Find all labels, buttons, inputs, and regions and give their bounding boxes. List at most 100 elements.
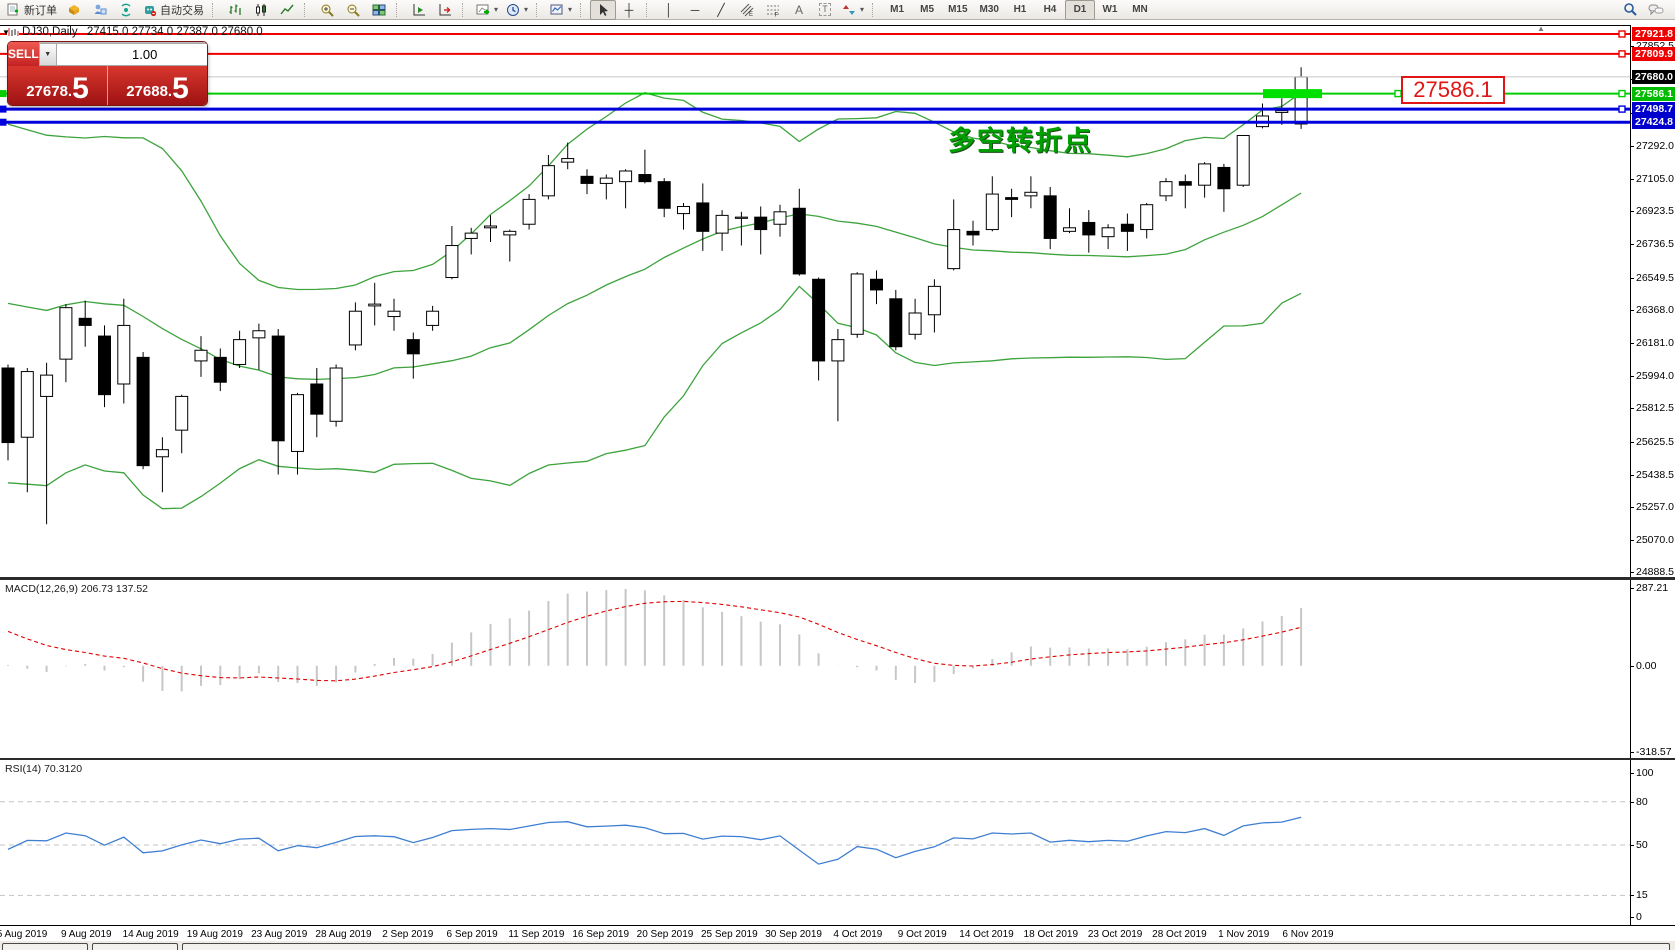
macd-tick-mark — [1630, 588, 1634, 589]
label-icon: T — [819, 3, 831, 16]
timeframe-h1-button[interactable]: H1 — [1005, 0, 1035, 20]
level-price-label[interactable]: 27586.1 — [1401, 76, 1505, 104]
price-tick-mark — [1630, 146, 1634, 147]
autotrade-button[interactable]: 自动交易 — [139, 0, 208, 20]
level-price-badge: 27424.8 — [1632, 115, 1675, 129]
trendline-icon: ╱ — [717, 4, 724, 16]
oneclick-collapse-icon[interactable]: ▼ — [2, 28, 10, 37]
timeframe-m5-button[interactable]: M5 — [912, 0, 942, 20]
rsi-tick-mark — [1630, 895, 1634, 896]
cursor-button[interactable] — [590, 0, 616, 20]
crosshair-button[interactable]: ┼ — [616, 0, 642, 20]
bar-chart-button[interactable] — [222, 0, 248, 20]
arrows-button[interactable]: ▾ — [838, 0, 868, 20]
date-tick-label: 11 Sep 2019 — [508, 929, 564, 940]
price-tick-mark — [1630, 376, 1634, 377]
main-chart-area[interactable] — [0, 26, 1630, 577]
new-order-button[interactable]: 新订单 — [3, 0, 61, 20]
auto-scroll-button[interactable] — [406, 0, 432, 20]
volume-down-button[interactable]: ▼ — [39, 43, 57, 66]
search-button[interactable] — [1617, 0, 1643, 20]
chat-button[interactable] — [1643, 0, 1669, 20]
price-tick-mark — [1630, 211, 1634, 212]
chart-symbol-period: DJ30,Daily — [22, 26, 78, 38]
horizontal-line-button[interactable]: ─ — [682, 0, 708, 20]
buy-price[interactable]: 27688.5 — [108, 66, 207, 105]
timeframe-m30-button[interactable]: M30 — [974, 0, 1005, 20]
toolbar-separator — [212, 3, 219, 17]
text-button[interactable]: A — [786, 0, 812, 20]
vertical-line-button[interactable]: │ — [656, 0, 682, 20]
level-price-badge: 27921.8 — [1632, 27, 1675, 41]
line-anchor-marker — [0, 119, 6, 125]
candles[interactable] — [2, 67, 1307, 524]
vertical-line-icon: │ — [665, 4, 673, 16]
date-tick-label: 19 Aug 2019 — [187, 929, 243, 940]
zoom-in-button[interactable] — [314, 0, 340, 20]
bollinger-lower-band[interactable] — [8, 286, 1301, 508]
indicators-icon — [476, 3, 490, 17]
line-anchor-marker — [0, 91, 6, 97]
window-tab[interactable] — [2, 943, 88, 950]
line-chart-button[interactable] — [274, 0, 300, 20]
level-price-badge: 27586.1 — [1632, 87, 1675, 101]
trendline-button[interactable]: ╱ — [708, 0, 734, 20]
new-order-icon — [7, 3, 21, 17]
window-tab[interactable] — [182, 943, 1670, 950]
dropdown-arrow-icon: ▾ — [568, 5, 572, 14]
macd-panel[interactable] — [0, 580, 1630, 758]
price-tick-label: 26181.0 — [1636, 337, 1674, 349]
cursor-icon — [596, 3, 610, 17]
periods-button[interactable]: ▾ — [502, 0, 532, 20]
date-tick-label: 23 Aug 2019 — [251, 929, 307, 940]
price-tick-mark — [1630, 244, 1634, 245]
price-tick-mark — [1630, 278, 1634, 279]
rsi-panel[interactable] — [0, 760, 1630, 925]
date-tick-label: 9 Oct 2019 — [898, 929, 947, 940]
tile-windows-button[interactable] — [366, 0, 392, 20]
data-window-button[interactable] — [61, 0, 87, 20]
channel-button[interactable]: E — [734, 0, 760, 20]
sell-price[interactable]: 27678.5 — [8, 66, 107, 105]
templates-button[interactable]: ▾ — [546, 0, 576, 20]
macd-label: MACD(12,26,9) 206.73 137.52 — [5, 583, 148, 595]
window-tab[interactable] — [92, 943, 178, 950]
fibonacci-button[interactable]: F — [760, 0, 786, 20]
rsi-tick-label: 100 — [1636, 767, 1654, 779]
fibonacci-icon: F — [766, 3, 780, 17]
autotrade-label: 自动交易 — [160, 2, 204, 18]
price-tick-mark — [1630, 572, 1634, 573]
search-icon — [1623, 2, 1638, 17]
signals-button[interactable] — [113, 0, 139, 20]
rsi-label: RSI(14) 70.3120 — [5, 763, 82, 775]
candlesticks-button[interactable] — [248, 0, 274, 20]
chart-shift-button[interactable] — [432, 0, 458, 20]
svg-text:E: E — [749, 12, 753, 17]
timeframe-w1-button[interactable]: W1 — [1095, 0, 1125, 20]
price-tick-mark — [1630, 475, 1634, 476]
label-button[interactable]: T — [812, 0, 838, 20]
market-watch-button[interactable] — [87, 0, 113, 20]
timeframe-mn-button[interactable]: MN — [1125, 0, 1155, 20]
date-tick-label: 9 Aug 2019 — [61, 929, 112, 940]
macd-tick-label: 287.21 — [1636, 582, 1668, 594]
date-tick-label: 23 Oct 2019 — [1088, 929, 1142, 940]
signals-icon — [119, 3, 133, 17]
dropdown-arrow-icon: ▾ — [860, 5, 864, 14]
timeframe-h4-button[interactable]: H4 — [1035, 0, 1065, 20]
mt4-terminal: 新订单 自动交易 ▾ ▾ ▾ ┼ │ ─ ╱ E F A T — [0, 0, 1675, 950]
timeframe-m1-button[interactable]: M1 — [882, 0, 912, 20]
date-tick-label: 16 Sep 2019 — [572, 929, 629, 940]
date-tick-label: 14 Aug 2019 — [123, 929, 179, 940]
toolbar-separator — [462, 3, 469, 17]
timeframe-m15-button[interactable]: M15 — [942, 0, 973, 20]
volume-input[interactable] — [57, 43, 207, 66]
zoom-out-button[interactable] — [340, 0, 366, 20]
toolbar-separator — [646, 3, 653, 17]
sell-button[interactable]: SELL — [8, 42, 39, 66]
annotation-text[interactable]: 多空转折点 — [948, 119, 1093, 158]
indicators-button[interactable]: ▾ — [472, 0, 502, 20]
timeframe-d1-button[interactable]: D1 — [1065, 0, 1095, 20]
templates-icon — [550, 3, 564, 17]
price-tick-label: 27105.0 — [1636, 173, 1674, 185]
